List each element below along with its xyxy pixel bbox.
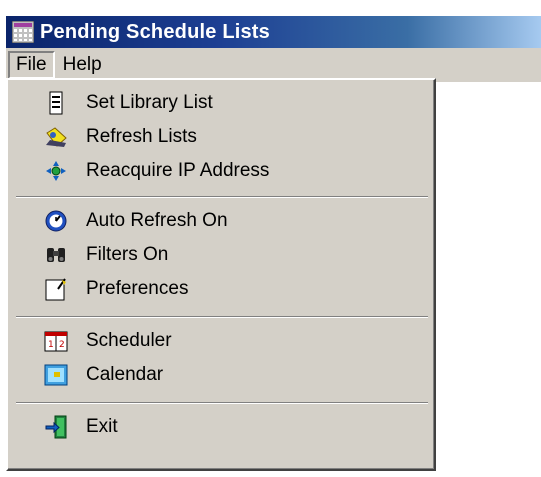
svg-text:2: 2 (59, 340, 65, 350)
menu-item-label: Set Library List (86, 92, 213, 113)
document-list-icon (49, 91, 63, 115)
menu-item-label: Scheduler (86, 330, 172, 351)
exit-door-icon (45, 415, 67, 439)
menu-item-filters[interactable]: Filters On (10, 238, 430, 272)
calendar-icon (44, 364, 68, 386)
menu-item-label: Exit (86, 416, 118, 437)
title-bar[interactable]: Pending Schedule Lists (6, 16, 541, 48)
menu-item-label: Reacquire IP Address (86, 160, 270, 181)
menu-help[interactable]: Help (55, 51, 110, 79)
clock-icon (45, 210, 67, 232)
menu-file[interactable]: File (8, 51, 55, 79)
menu-separator (16, 316, 428, 318)
menu-separator (16, 196, 428, 198)
network-icon (46, 161, 66, 181)
menu-help-label: Help (62, 54, 102, 75)
menu-item-label: Auto Refresh On (86, 210, 228, 231)
menu-item-label: Filters On (86, 244, 169, 265)
binoculars-icon (47, 248, 65, 262)
app-grid-icon (12, 21, 34, 43)
preferences-icon (45, 278, 66, 301)
menu-item-calendar[interactable]: Calendar (10, 358, 430, 392)
svg-text:1: 1 (48, 340, 54, 350)
menu-item-label: Calendar (86, 364, 164, 385)
menu-item-label: Refresh Lists (86, 126, 197, 147)
menu-item-set-library-list[interactable]: Set Library List (10, 86, 430, 120)
menu-item-scheduler[interactable]: 1 2 Scheduler (10, 324, 430, 358)
menu-bar: File Help (6, 48, 541, 82)
refresh-lists-icon (46, 127, 67, 147)
menu-separator (16, 402, 428, 404)
menu-item-label: Preferences (86, 278, 189, 299)
menu-file-label: File (16, 54, 47, 75)
window-title: Pending Schedule Lists (40, 20, 270, 43)
file-dropdown-menu: Set Library List Refresh Lists Reacquire… (6, 78, 436, 471)
app-window: Pending Schedule Lists File Help Set Lib… (6, 16, 541, 477)
menu-item-exit[interactable]: Exit (10, 410, 430, 444)
menu-item-refresh-lists[interactable]: Refresh Lists (10, 120, 430, 154)
menu-item-reacquire-ip[interactable]: Reacquire IP Address (10, 154, 430, 188)
scheduler-icon: 1 2 (44, 331, 68, 352)
menu-item-auto-refresh[interactable]: Auto Refresh On (10, 204, 430, 238)
menu-item-preferences[interactable]: Preferences (10, 272, 430, 306)
